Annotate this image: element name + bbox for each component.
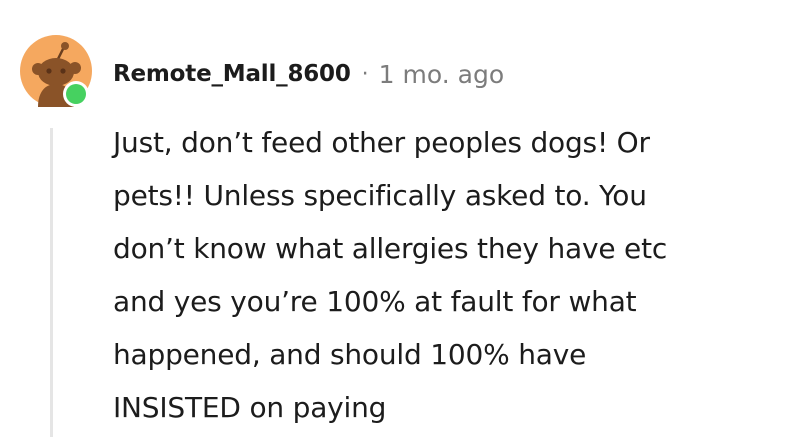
comment-meta: Remote_Mall_8600 · 1 mo. ago xyxy=(113,58,504,90)
comment-body-line: happened, and should 100% have xyxy=(113,338,587,371)
meta-separator: · xyxy=(361,61,369,87)
comment: Remote_Mall_8600 · 1 mo. ago Just, don’t… xyxy=(0,0,799,437)
online-status-icon xyxy=(62,80,90,108)
timestamp[interactable]: 1 mo. ago xyxy=(379,60,504,89)
comment-body-line: and yes you’re 100% at fault for what xyxy=(113,285,637,318)
comment-body-line: pets!! Unless specifically asked to. You xyxy=(113,179,647,212)
comment-body-line: INSISTED on paying xyxy=(113,391,387,424)
comment-body-line: don’t know what allergies they have etc xyxy=(113,232,668,265)
username-link[interactable]: Remote_Mall_8600 xyxy=(113,61,351,87)
comment-body: Just, don’t feed other peoples dogs! Or … xyxy=(113,116,793,434)
thread-line[interactable] xyxy=(50,128,53,437)
comment-body-line: Just, don’t feed other peoples dogs! Or xyxy=(113,126,650,159)
